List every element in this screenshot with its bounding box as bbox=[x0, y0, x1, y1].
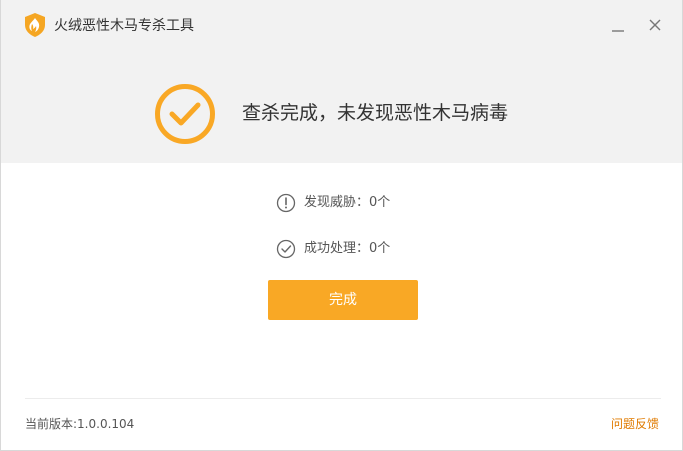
done-button[interactable]: 完成 bbox=[268, 280, 418, 320]
threats-found-label: 发现威胁：0个 bbox=[304, 195, 391, 210]
minimize-icon bbox=[612, 30, 624, 32]
huorong-flame-icon bbox=[24, 13, 46, 37]
close-icon bbox=[649, 19, 661, 31]
footer-divider bbox=[25, 398, 661, 399]
handled-row: 成功处理：0个 bbox=[276, 239, 390, 259]
feedback-link[interactable]: 问题反馈 bbox=[611, 416, 659, 432]
app-window: 火绒恶性木马专杀工具 查杀完成，未发现恶性木马病毒 发现威胁：0个 成功处理：0… bbox=[0, 0, 683, 451]
title-bar[interactable]: 火绒恶性木马专杀工具 bbox=[1, 0, 682, 52]
version-label: 当前版本:1.0.0.104 bbox=[25, 417, 135, 431]
result-header: 火绒恶性木马专杀工具 查杀完成，未发现恶性木马病毒 bbox=[1, 0, 682, 163]
minimize-button[interactable] bbox=[605, 12, 631, 38]
app-title: 火绒恶性木马专杀工具 bbox=[54, 18, 194, 34]
handled-label: 成功处理：0个 bbox=[304, 241, 391, 256]
warning-circle-icon bbox=[276, 193, 296, 213]
scan-result-message: 查杀完成，未发现恶性木马病毒 bbox=[242, 102, 509, 124]
check-circle-outline-icon bbox=[276, 239, 296, 259]
threats-found-row: 发现威胁：0个 bbox=[276, 193, 390, 213]
check-circle-icon bbox=[154, 83, 216, 145]
close-button[interactable] bbox=[642, 12, 668, 38]
